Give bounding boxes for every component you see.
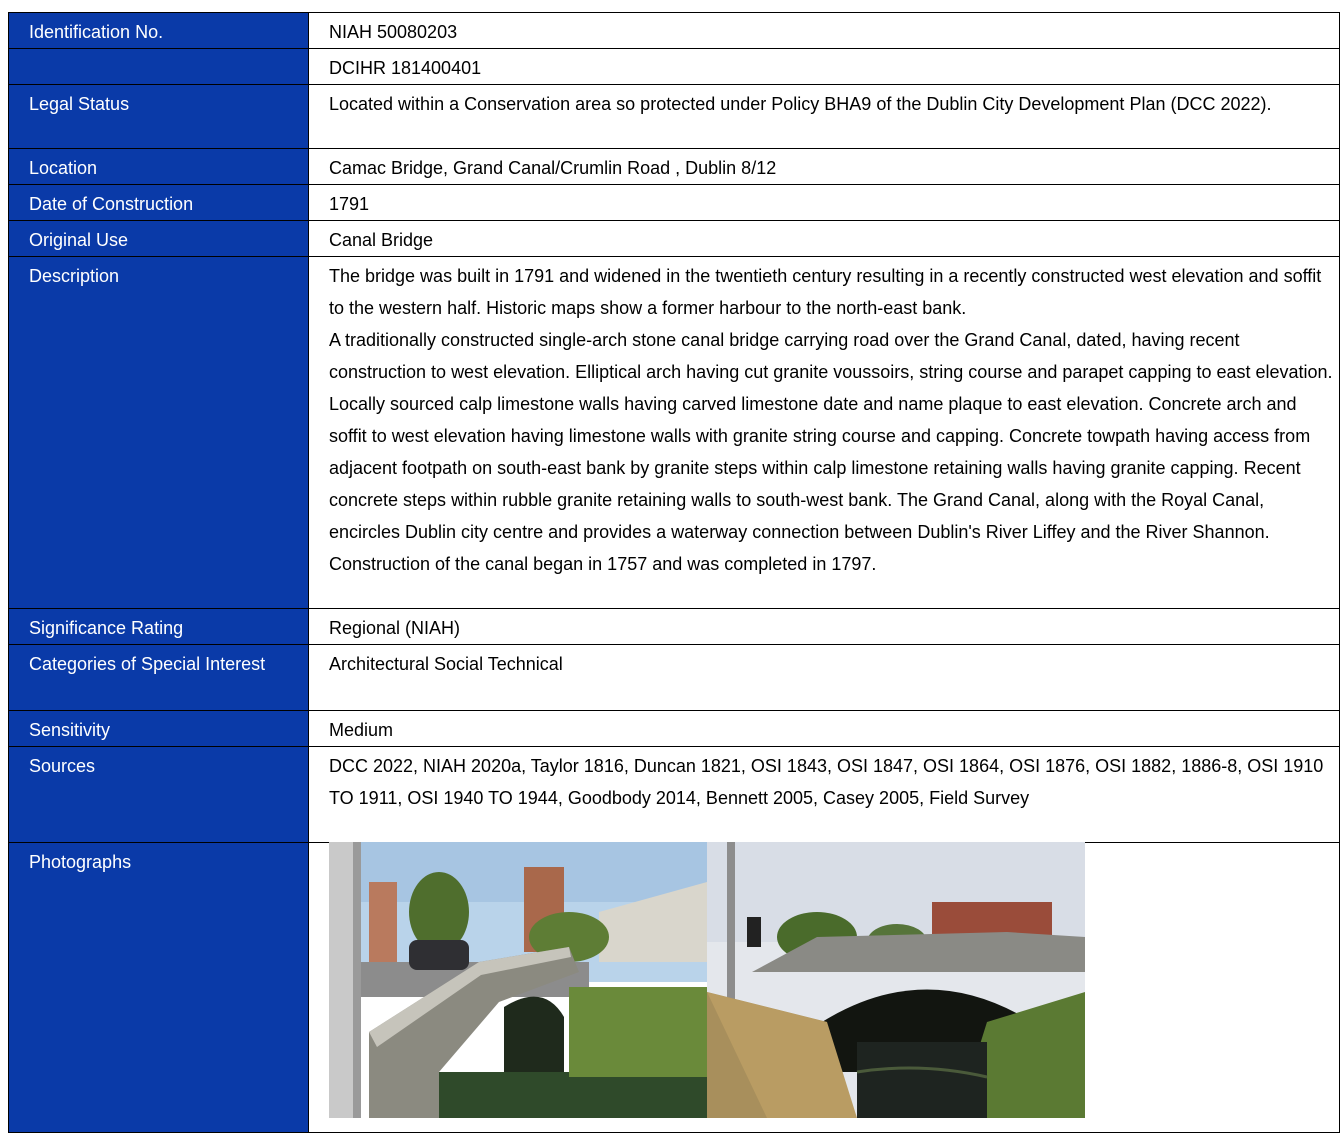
- field-label: Categories of Special Interest: [8, 644, 309, 711]
- field-value: Regional (NIAH): [308, 608, 1340, 645]
- photographs-cell: [308, 842, 1340, 1133]
- field-label: Original Use: [8, 220, 309, 257]
- table-row: Legal Status Located within a Conservati…: [8, 84, 1340, 149]
- field-label: Significance Rating: [8, 608, 309, 645]
- field-value: DCC 2022, NIAH 2020a, Taylor 1816, Dunca…: [308, 746, 1340, 843]
- field-value: 1791: [308, 184, 1340, 221]
- photo-bridge-canal-view: [707, 842, 1085, 1118]
- field-value: Located within a Conservation area so pr…: [308, 84, 1340, 149]
- field-label: Photographs: [8, 842, 309, 1133]
- description-paragraph: A traditionally constructed single-arch …: [329, 330, 1333, 574]
- description-paragraph: The bridge was built in 1791 and widened…: [329, 266, 1322, 318]
- field-label: [8, 48, 309, 85]
- field-label: Legal Status: [8, 84, 309, 149]
- field-label: Sensitivity: [8, 710, 309, 747]
- table-row: DCIHR 181400401: [8, 48, 1340, 85]
- field-label: Location: [8, 148, 309, 185]
- field-value: NIAH 50080203: [308, 12, 1340, 49]
- table-row: Description The bridge was built in 1791…: [8, 256, 1340, 609]
- table-row: Categories of Special Interest Architect…: [8, 644, 1340, 711]
- record-table: Identification No. NIAH 50080203 DCIHR 1…: [8, 12, 1340, 1133]
- table-row: Original Use Canal Bridge: [8, 220, 1340, 257]
- table-row: Sensitivity Medium: [8, 710, 1340, 747]
- field-value: The bridge was built in 1791 and widened…: [308, 256, 1340, 609]
- table-row: Photographs: [8, 842, 1340, 1133]
- table-row: Significance Rating Regional (NIAH): [8, 608, 1340, 645]
- field-value: Medium: [308, 710, 1340, 747]
- field-value: Camac Bridge, Grand Canal/Crumlin Road ,…: [308, 148, 1340, 185]
- photo-strip: [329, 842, 1339, 1118]
- table-row: Identification No. NIAH 50080203: [8, 12, 1340, 49]
- table-row: Date of Construction 1791: [8, 184, 1340, 221]
- field-label: Sources: [8, 746, 309, 843]
- field-label: Identification No.: [8, 12, 309, 49]
- field-value: Canal Bridge: [308, 220, 1340, 257]
- photo-bridge-road-view: [329, 842, 707, 1118]
- field-label: Date of Construction: [8, 184, 309, 221]
- field-value: DCIHR 181400401: [308, 48, 1340, 85]
- table-row: Sources DCC 2022, NIAH 2020a, Taylor 181…: [8, 746, 1340, 843]
- field-value: Architectural Social Technical: [308, 644, 1340, 711]
- table-row: Location Camac Bridge, Grand Canal/Cruml…: [8, 148, 1340, 185]
- field-label: Description: [8, 256, 309, 609]
